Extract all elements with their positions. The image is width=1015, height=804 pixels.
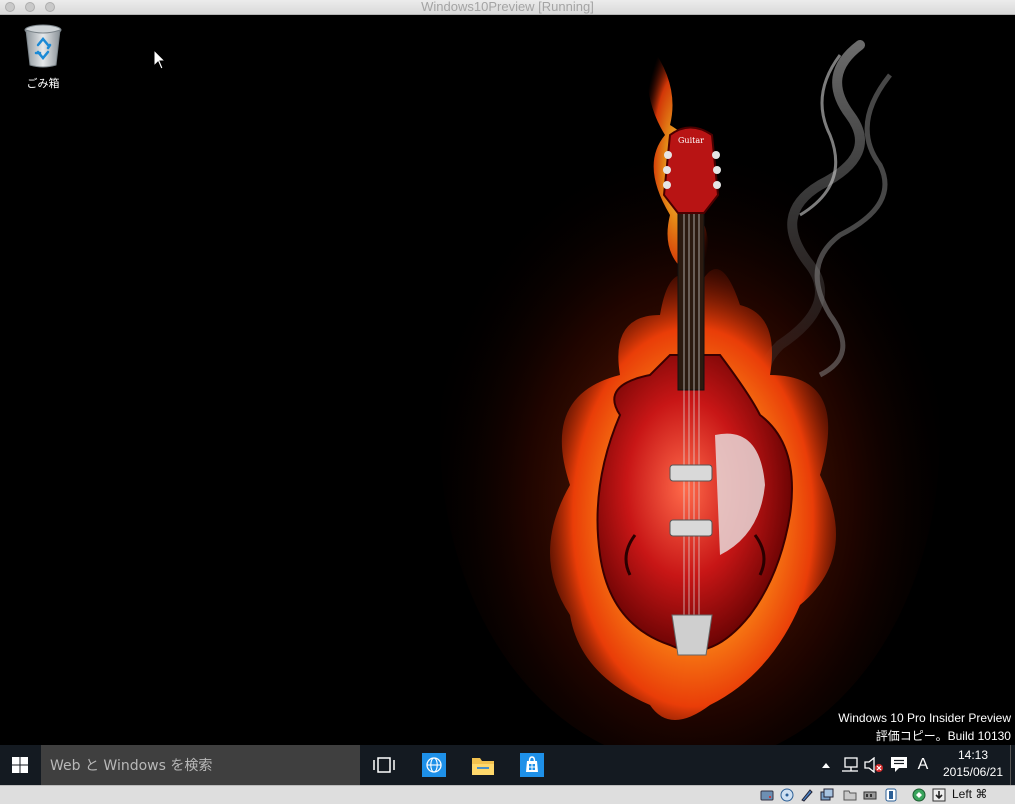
window-title: Windows10Preview [Running] xyxy=(421,0,594,14)
network-adapter-icon[interactable] xyxy=(863,788,877,802)
host-key-label: Left ⌘ xyxy=(952,787,988,801)
chevron-up-icon xyxy=(822,763,830,768)
usb-pen-icon[interactable] xyxy=(800,788,814,802)
hard-disk-icon[interactable] xyxy=(760,788,774,802)
search-box[interactable]: Web と Windows を検索 xyxy=(41,745,360,785)
recycle-bin-shortcut[interactable]: ごみ箱 xyxy=(20,23,66,91)
start-button[interactable] xyxy=(0,745,40,785)
task-view-button[interactable] xyxy=(362,745,406,785)
volume-tray-button[interactable] xyxy=(863,745,885,785)
mouse-pointer-icon xyxy=(153,49,167,70)
headstock-logo-text: Guitar xyxy=(678,136,704,145)
clock-time: 14:13 xyxy=(957,748,989,762)
internet-explorer-button[interactable] xyxy=(412,745,456,785)
display-icon[interactable] xyxy=(884,788,898,802)
windows-logo-icon xyxy=(12,757,28,773)
store-bag-icon xyxy=(520,753,544,777)
globe-icon xyxy=(422,753,446,777)
optical-drive-icon[interactable] xyxy=(780,788,794,802)
folder-icon xyxy=(472,758,494,775)
ime-mode-indicator[interactable]: A xyxy=(913,745,933,785)
speaker-muted-icon xyxy=(864,757,883,773)
task-view-icon xyxy=(373,757,395,773)
wallpaper-flaming-guitar: Guitar xyxy=(440,40,940,745)
recycle-bin-icon xyxy=(24,24,62,68)
notification-icon xyxy=(891,757,907,772)
shared-folders-icon[interactable] xyxy=(820,788,834,802)
network-icon xyxy=(842,757,858,772)
desktop[interactable]: ごみ箱 Guitar Windows 10 Pro Insider Previe… xyxy=(0,15,1015,745)
file-explorer-button[interactable] xyxy=(461,745,505,785)
store-button[interactable] xyxy=(510,745,554,785)
vm-status-bar: Left ⌘ xyxy=(0,785,1015,804)
keyboard-capture-icon[interactable] xyxy=(932,788,946,802)
recycle-bin-label: ごみ箱 xyxy=(26,77,60,90)
taskbar-clock[interactable]: 14:13 2015/06/21 xyxy=(938,747,1008,781)
taskbar: Web と Windows を検索 A 14:13 2015/06/21 xyxy=(0,745,1015,785)
show-desktop-button[interactable] xyxy=(1010,745,1015,785)
evaluation-watermark: Windows 10 Pro Insider Preview 評価コピー。Bui… xyxy=(838,709,1011,745)
network-tray-button[interactable] xyxy=(839,745,861,785)
watermark-build: 評価コピー。Build 10130 xyxy=(875,729,1011,743)
search-placeholder: Web と Windows を検索 xyxy=(50,758,213,774)
clock-date: 2015/06/21 xyxy=(942,765,1004,779)
show-hidden-icons-button[interactable] xyxy=(819,745,833,785)
folder-status-icon[interactable] xyxy=(843,788,857,802)
watermark-edition: Windows 10 Pro Insider Preview xyxy=(838,711,1011,725)
mouse-integration-icon[interactable] xyxy=(912,788,926,802)
action-center-button[interactable] xyxy=(888,745,910,785)
window-titlebar: Windows10Preview [Running] xyxy=(0,0,1015,15)
